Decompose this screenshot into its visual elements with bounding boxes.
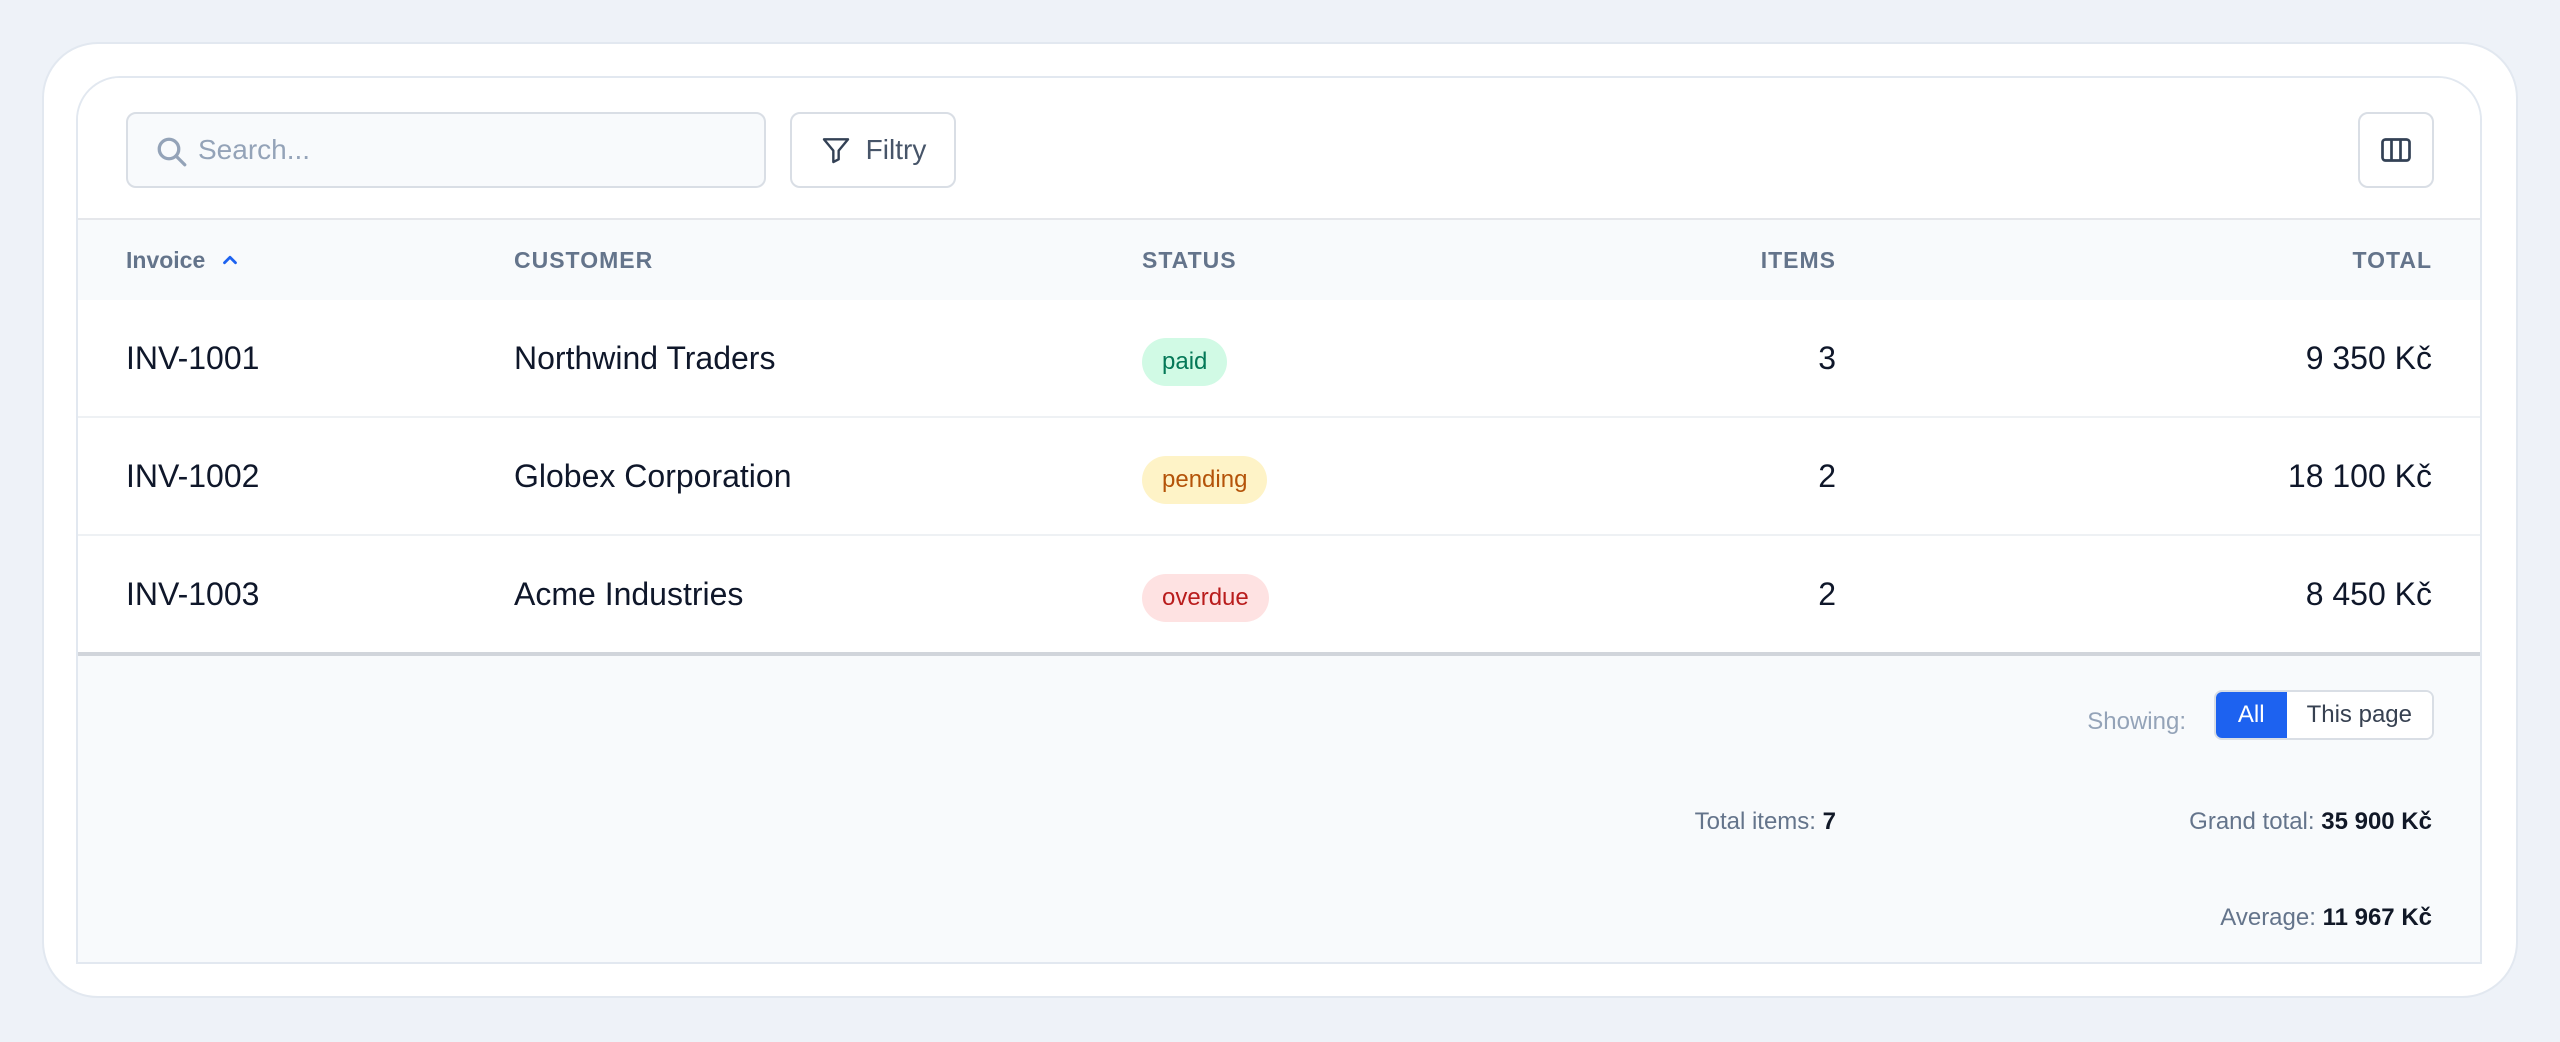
showing-label: Showing: xyxy=(2087,708,2186,735)
status-badge: paid xyxy=(1142,338,1228,386)
grand-total-summary: Grand total: 35 900 Kč xyxy=(2189,802,2432,842)
showing-toggle[interactable]: All This page xyxy=(2213,690,2434,740)
showing-option-this-page[interactable]: This page xyxy=(2286,692,2432,738)
total-items-label: Total items: xyxy=(1694,808,1816,835)
customer-name: Acme Industries xyxy=(514,576,744,612)
table-footer: Showing: All This page Total items: 7 Gr… xyxy=(78,652,2480,962)
total-items-value: 7 xyxy=(1822,808,1836,835)
column-header-total[interactable]: TOTAL xyxy=(2352,220,2432,300)
page-background: Filtry Invoice CUSTOMER STATUS ITEMS TOT… xyxy=(0,0,2560,1042)
column-header-invoice-label: Invoice xyxy=(126,247,206,273)
table-toolbar: Filtry xyxy=(78,78,2480,220)
sort-ascending-icon xyxy=(223,255,238,265)
invoice-number: INV-1001 xyxy=(126,340,260,376)
table-header: Invoice CUSTOMER STATUS ITEMS TOTAL xyxy=(78,220,2480,300)
item-count: 3 xyxy=(1818,340,1836,376)
average-summary: Average: 11 967 Kč xyxy=(2220,898,2432,938)
table-row[interactable]: INV-1001 Northwind Traders paid 3 9 350 … xyxy=(78,300,2480,418)
invoice-number: INV-1002 xyxy=(126,458,260,494)
status-badge: overdue xyxy=(1142,574,1269,622)
search-icon xyxy=(157,137,187,167)
status-badge: pending xyxy=(1142,456,1268,504)
average-value: 11 967 Kč xyxy=(2322,904,2432,931)
column-header-invoice[interactable]: Invoice xyxy=(126,220,241,300)
customer-name: Globex Corporation xyxy=(514,458,792,494)
showing-option-all[interactable]: All xyxy=(2215,692,2287,738)
invoice-number: INV-1003 xyxy=(126,576,260,612)
grand-total-label: Grand total: xyxy=(2189,808,2315,835)
column-header-status[interactable]: STATUS xyxy=(1142,220,1237,300)
column-header-customer[interactable]: CUSTOMER xyxy=(514,220,653,300)
column-settings-button[interactable] xyxy=(2358,112,2434,188)
filter-button[interactable]: Filtry xyxy=(790,112,956,188)
columns-icon xyxy=(2381,138,2411,162)
grand-total-value: 35 900 Kč xyxy=(2321,808,2432,835)
column-header-items[interactable]: ITEMS xyxy=(1761,220,1836,300)
invoice-total: 18 100 Kč xyxy=(2287,458,2432,494)
table-row[interactable]: INV-1002 Globex Corporation pending 2 18… xyxy=(78,418,2480,536)
filter-icon xyxy=(822,138,849,164)
total-items-summary: Total items: 7 xyxy=(1695,802,1836,842)
item-count: 2 xyxy=(1818,458,1836,494)
search-input[interactable] xyxy=(198,114,758,186)
average-label: Average: xyxy=(2220,904,2316,931)
filter-button-label: Filtry xyxy=(865,134,927,165)
invoice-table-card: Filtry Invoice CUSTOMER STATUS ITEMS TOT… xyxy=(76,76,2482,964)
item-count: 2 xyxy=(1818,576,1836,612)
search-box[interactable] xyxy=(126,112,766,188)
customer-name: Northwind Traders xyxy=(514,340,776,376)
invoice-total: 9 350 Kč xyxy=(2305,340,2432,376)
table-row[interactable]: INV-1003 Acme Industries overdue 2 8 450… xyxy=(78,536,2480,654)
invoice-total: 8 450 Kč xyxy=(2305,576,2432,612)
